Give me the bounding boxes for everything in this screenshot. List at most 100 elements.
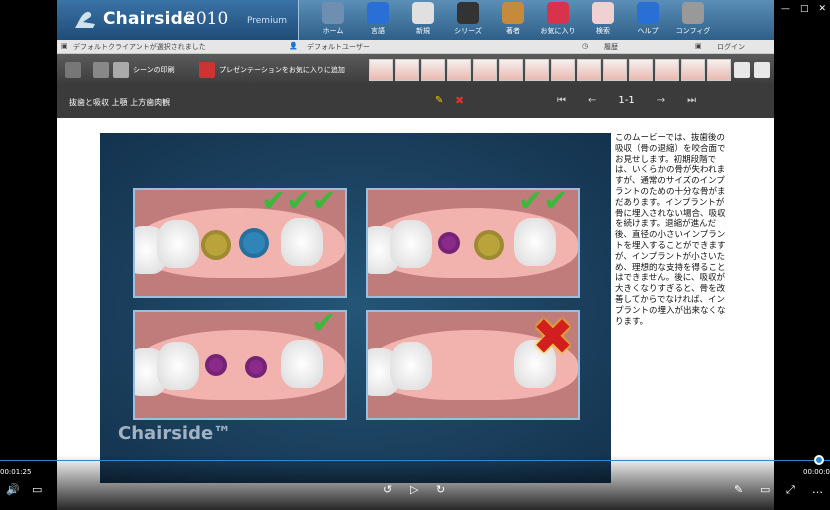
chairside-app: Chairside 2010 Premium ホーム 言語 新規 シリーズ 著者 お気に入… bbox=[57, 0, 774, 510]
nav-item-1[interactable]: 言語 bbox=[357, 2, 399, 40]
nav-item-5[interactable]: お気に入り bbox=[537, 2, 579, 40]
print-scene-label: シーンの印刷 bbox=[133, 66, 175, 74]
fullscreen-button[interactable] bbox=[65, 60, 85, 80]
scene-icon bbox=[113, 62, 129, 78]
play-icon[interactable]: ▷ bbox=[410, 483, 418, 496]
new-icon bbox=[412, 2, 434, 24]
top-bar: Chairside 2010 Premium ホーム 言語 新規 シリーズ 著者 お気に入… bbox=[57, 0, 774, 40]
forward-30-icon[interactable]: ↻ bbox=[436, 483, 445, 496]
client-icon: ▣ bbox=[61, 42, 68, 50]
scene-thumbnail[interactable] bbox=[473, 59, 497, 81]
breadcrumb: 抜歯と吸収 上顎 上方歯肉観 bbox=[69, 98, 171, 107]
user-name[interactable]: デフォルトユーザー bbox=[307, 42, 370, 52]
nav-item-label: コンフィグ bbox=[675, 27, 711, 35]
content-header: 抜歯と吸収 上顎 上方歯肉観 ✎ ✖ ⏮ ← 1-1 → ⏭ bbox=[57, 86, 774, 118]
close-icon[interactable]: ✖ bbox=[455, 94, 464, 107]
export-button[interactable] bbox=[754, 60, 774, 80]
scene-thumbnail[interactable] bbox=[395, 59, 419, 81]
minimize-icon[interactable]: — bbox=[781, 4, 790, 14]
lock-icon: ▣ bbox=[695, 42, 702, 50]
pen-icon[interactable]: ✎ bbox=[734, 483, 743, 496]
scene-thumbnails bbox=[369, 59, 731, 81]
main-nav: ホーム 言語 新規 シリーズ 著者 お気に入り 検索 ヘルプ コンフィグ bbox=[312, 2, 717, 40]
maximize-icon[interactable]: □ bbox=[800, 4, 809, 14]
settings-button[interactable] bbox=[734, 60, 754, 80]
pager: ⏮ ← 1-1 → ⏭ bbox=[557, 95, 696, 106]
scene-panel-1: ✔✔✔ bbox=[133, 188, 347, 298]
check-icon: ✔ bbox=[311, 310, 337, 341]
miniplayer-icon[interactable]: ▭ bbox=[760, 483, 770, 496]
scene-panel-3: ✔ bbox=[133, 310, 347, 420]
heart-icon bbox=[199, 62, 215, 78]
nav-item-8[interactable]: コンフィグ bbox=[672, 2, 714, 40]
nav-item-label: シリーズ bbox=[454, 27, 482, 35]
nav-item-label: お気に入り bbox=[540, 27, 576, 35]
first-page-icon[interactable]: ⏮ bbox=[557, 95, 566, 106]
history-button[interactable]: 履歴 bbox=[604, 42, 618, 52]
subtitles-icon[interactable]: ▭ bbox=[32, 483, 42, 496]
remaining-time: 00:00:0 bbox=[803, 468, 830, 476]
nav-item-6[interactable]: 検索 bbox=[582, 2, 624, 40]
scene-thumbnail[interactable] bbox=[629, 59, 653, 81]
add-favorite-button[interactable]: プレゼンテーションをお気に入りに追加 bbox=[199, 60, 345, 80]
scene-thumbnail[interactable] bbox=[603, 59, 627, 81]
print-icon bbox=[93, 62, 109, 78]
seek-bar[interactable] bbox=[0, 460, 830, 461]
nav-item-3[interactable]: シリーズ bbox=[447, 2, 489, 40]
app-edition: Premium bbox=[247, 16, 288, 26]
prev-page-icon[interactable]: ← bbox=[588, 95, 596, 106]
history-icon[interactable]: ◷ bbox=[582, 42, 588, 50]
export-icon bbox=[754, 62, 770, 78]
nav-item-0[interactable]: ホーム bbox=[312, 2, 354, 40]
status-bar: ▣ デフォルトクライアントが選択されました 👤 デフォルトユーザー ◷ 履歴 ▣… bbox=[57, 40, 774, 54]
scene-description: このムービーでは、抜歯後の吸収（骨の退縮）を咬合面でお見せします。初期段階では、… bbox=[615, 133, 726, 327]
scene-panel-4: ✖ bbox=[366, 310, 580, 420]
page-indicator: 1-1 bbox=[618, 95, 635, 106]
nav-item-label: 検索 bbox=[596, 27, 610, 35]
scene-thumbnail[interactable] bbox=[577, 59, 601, 81]
scene-thumbnail[interactable] bbox=[655, 59, 679, 81]
print-scene-button[interactable]: シーンの印刷 bbox=[93, 60, 175, 80]
nav-item-label: 著者 bbox=[506, 27, 520, 35]
scene-thumbnail[interactable] bbox=[447, 59, 471, 81]
scene-thumbnail[interactable] bbox=[707, 59, 731, 81]
config-icon bbox=[682, 2, 704, 24]
scene-thumbnail[interactable] bbox=[369, 59, 393, 81]
chair-logo-icon bbox=[75, 11, 95, 28]
nav-item-4[interactable]: 著者 bbox=[492, 2, 534, 40]
add-favorite-label: プレゼンテーションをお気に入りに追加 bbox=[219, 66, 345, 74]
more-icon[interactable]: … bbox=[812, 483, 823, 496]
close-window-icon[interactable]: ✕ bbox=[818, 4, 826, 14]
app-name: Chairside bbox=[103, 9, 195, 29]
pencil-icon[interactable]: ✎ bbox=[435, 95, 443, 106]
check-icon: ✔✔✔ bbox=[261, 188, 337, 219]
elapsed-time: 00:01:25 bbox=[0, 468, 32, 476]
nav-item-7[interactable]: ヘルプ bbox=[627, 2, 669, 40]
client-status: デフォルトクライアントが選択されました bbox=[73, 43, 206, 51]
nav-item-2[interactable]: 新規 bbox=[402, 2, 444, 40]
login-button[interactable]: ログイン bbox=[717, 42, 745, 52]
user-icon: 👤 bbox=[289, 42, 298, 50]
volume-icon[interactable]: 🔊 bbox=[6, 483, 20, 496]
seek-handle[interactable] bbox=[814, 455, 824, 465]
clapper-icon bbox=[457, 2, 479, 24]
scene-thumbnail[interactable] bbox=[551, 59, 575, 81]
scene-thumbnail[interactable] bbox=[681, 59, 705, 81]
rewind-10-icon[interactable]: ↺ bbox=[383, 483, 392, 496]
window-controls: — □ ✕ bbox=[781, 4, 826, 14]
language-icon bbox=[367, 2, 389, 24]
video-frame[interactable]: ✔✔✔ ✔✔ ✔ ✖ Chairside™ bbox=[100, 133, 611, 483]
check-icon: ✔✔ bbox=[518, 188, 569, 219]
scene-thumbnail[interactable] bbox=[525, 59, 549, 81]
next-page-icon[interactable]: → bbox=[657, 95, 665, 106]
nav-item-label: ヘルプ bbox=[637, 27, 659, 35]
nav-item-label: 言語 bbox=[371, 27, 385, 35]
brand: Chairside 2010 Premium bbox=[57, 0, 299, 40]
search-teeth-icon bbox=[592, 2, 614, 24]
last-page-icon[interactable]: ⏭ bbox=[687, 95, 696, 106]
scene-thumbnail[interactable] bbox=[499, 59, 523, 81]
scene-thumbnail[interactable] bbox=[421, 59, 445, 81]
author-icon bbox=[502, 2, 524, 24]
nav-item-label: ホーム bbox=[322, 27, 344, 35]
fullscreen-icon[interactable]: ⤢ bbox=[786, 483, 795, 497]
